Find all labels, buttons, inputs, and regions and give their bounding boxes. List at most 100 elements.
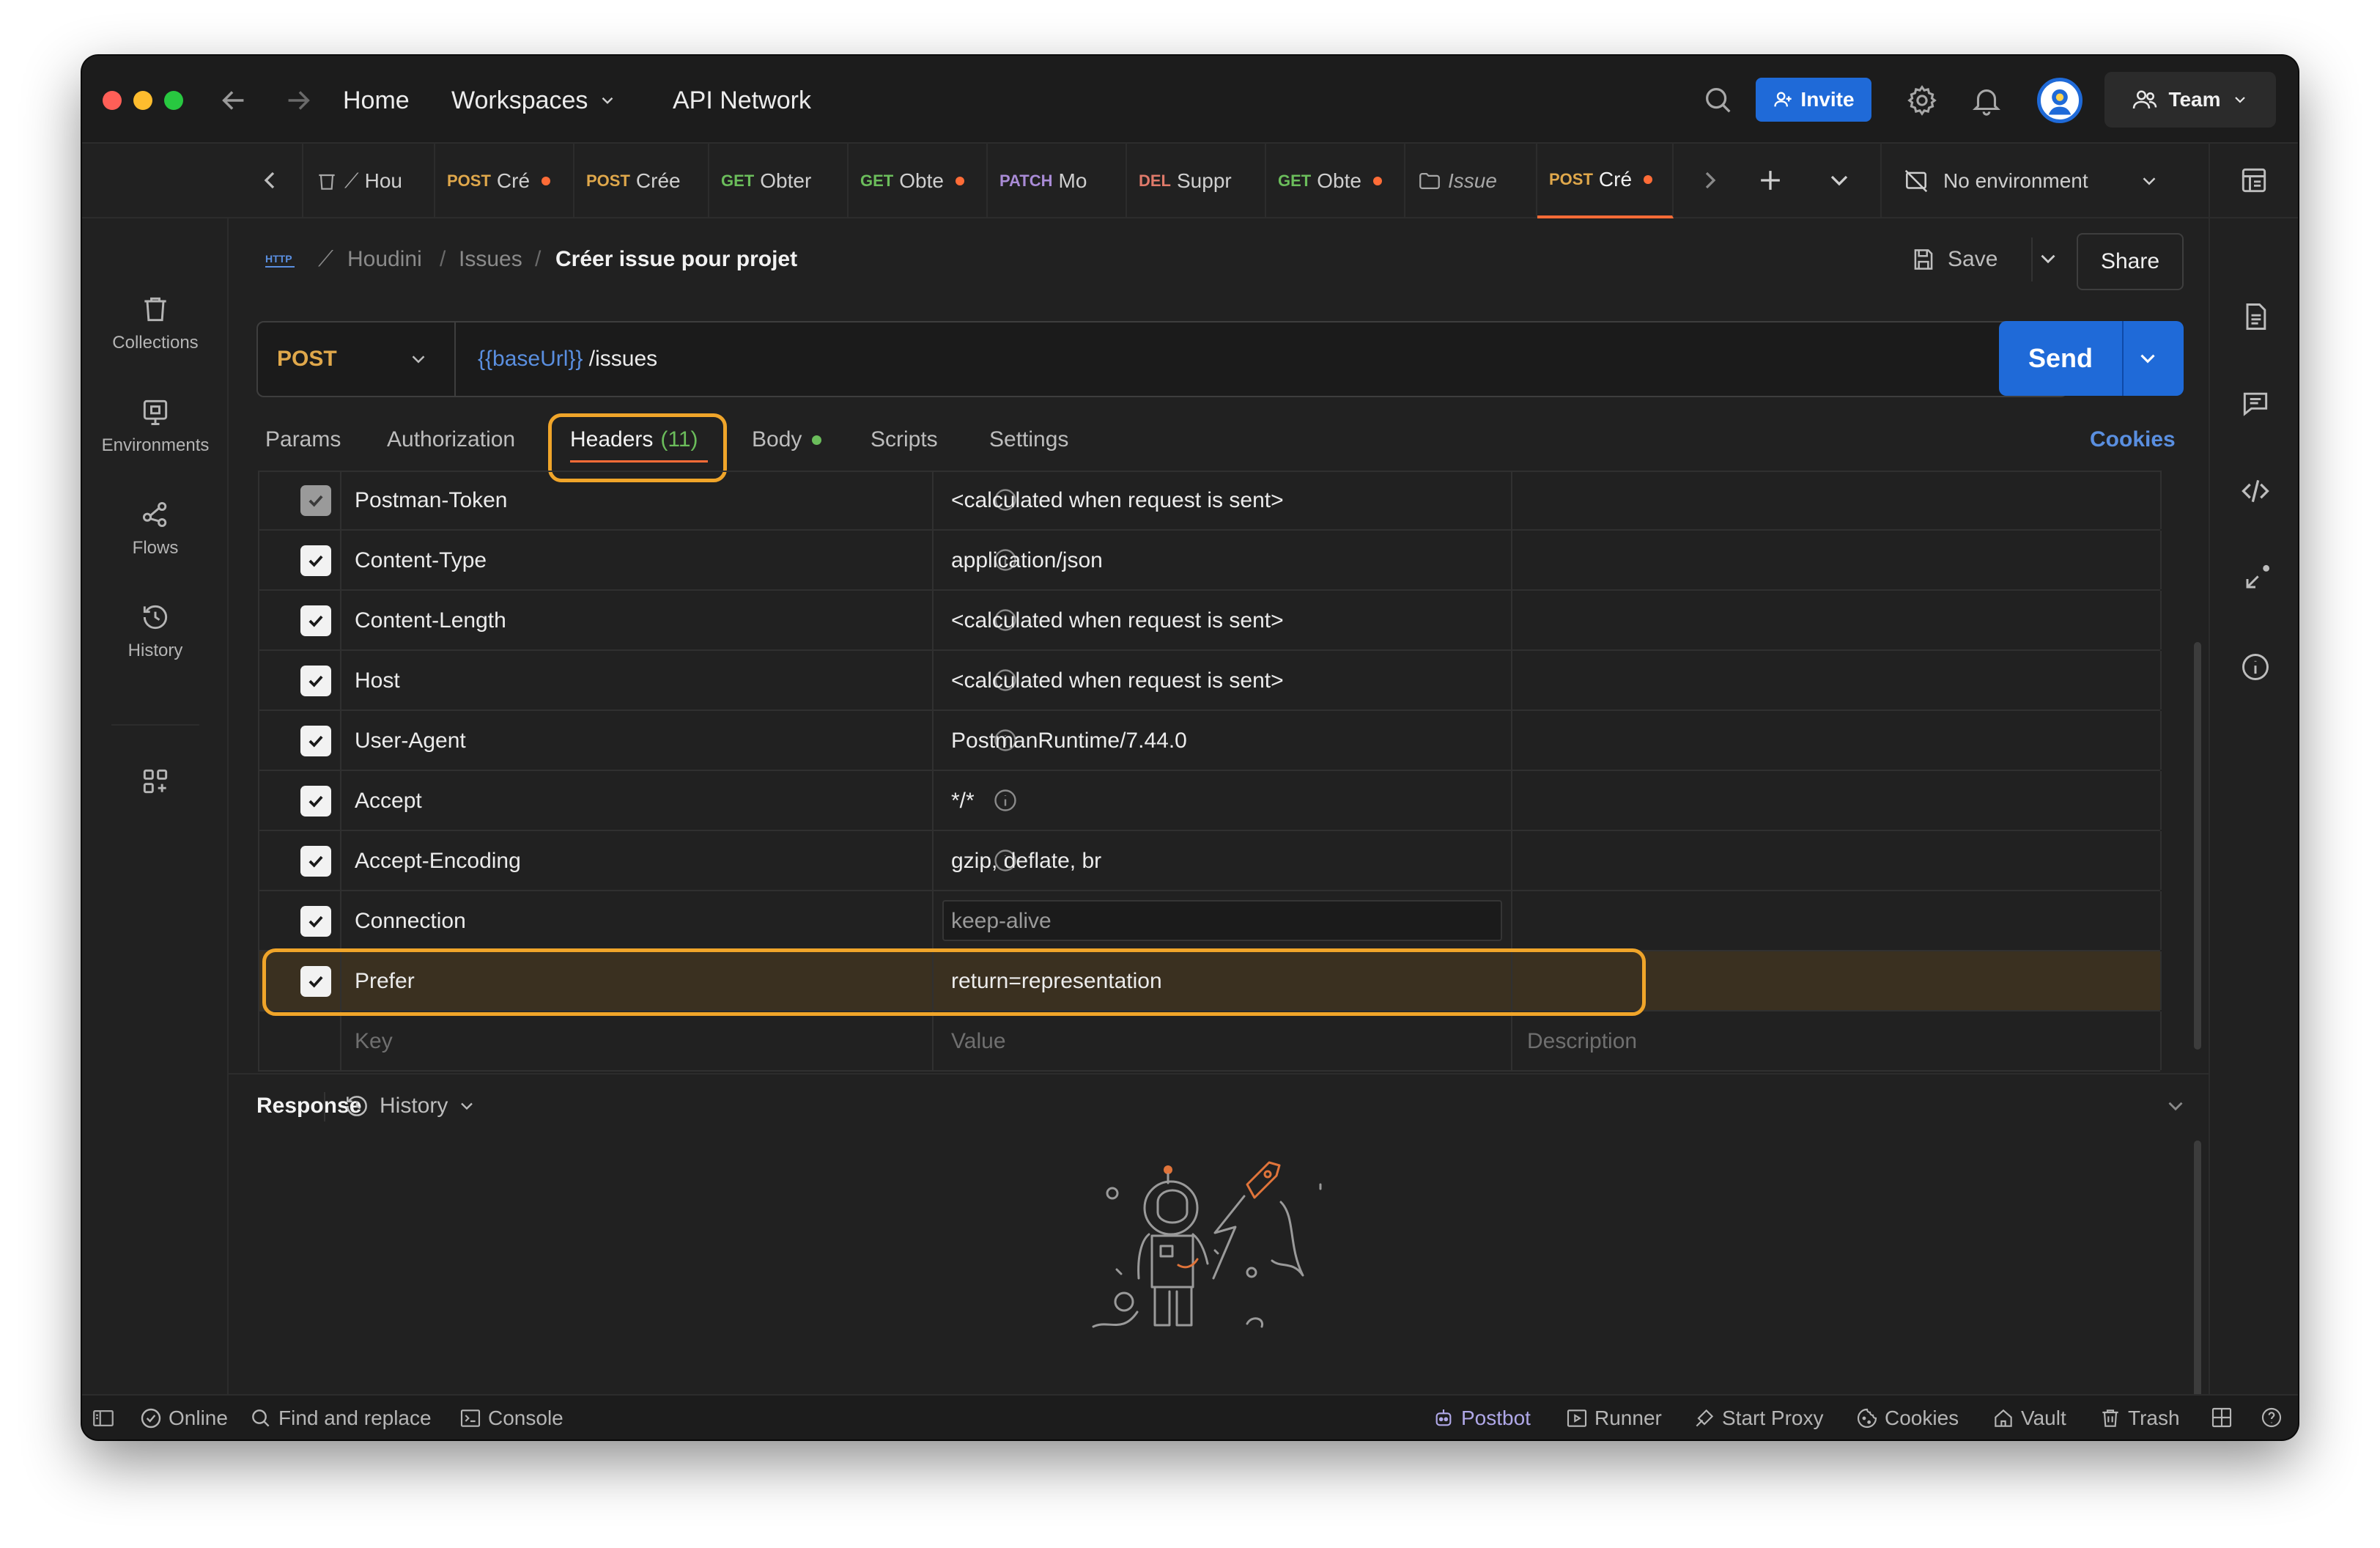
toggle-sidebar-icon[interactable] — [91, 1406, 116, 1431]
nav-home[interactable]: Home — [343, 84, 410, 117]
header-key[interactable]: Accept-Encoding — [355, 846, 521, 877]
tabs-scroll-right-icon[interactable] — [1696, 166, 1725, 195]
new-tab-plus-icon[interactable] — [1754, 164, 1786, 196]
tab-settings[interactable]: Settings — [989, 425, 1068, 454]
header-value[interactable]: <calculated when request is sent> — [951, 485, 1284, 516]
documentation-icon[interactable] — [2239, 301, 2272, 333]
value-placeholder[interactable]: Value — [951, 1026, 1006, 1057]
header-value[interactable]: PostmanRuntime/7.44.0 — [951, 726, 1187, 756]
notification-bell-icon[interactable] — [1970, 84, 2003, 117]
sidebar-item-environments[interactable]: Environments — [82, 396, 229, 456]
header-key[interactable]: Postman-Token — [355, 485, 507, 516]
header-key[interactable]: Content-Type — [355, 545, 487, 576]
layout-toggle-icon[interactable] — [2210, 1406, 2233, 1429]
runner-button[interactable]: Runner — [1565, 1406, 1662, 1431]
row-checkbox[interactable] — [300, 545, 331, 576]
cookies-link[interactable]: Cookies — [2090, 425, 2176, 454]
share-button[interactable]: Share — [2077, 233, 2184, 290]
row-checkbox[interactable] — [300, 485, 331, 516]
breadcrumb-workspace[interactable]: Houdini — [347, 245, 422, 274]
header-key[interactable]: Content-Length — [355, 605, 506, 636]
tabs-menu-chevron-icon[interactable] — [1825, 166, 1854, 195]
breadcrumb-folder[interactable]: Issues — [459, 245, 522, 274]
tab-authorization[interactable]: Authorization — [387, 425, 515, 454]
tabs-scroll-left-icon[interactable] — [255, 166, 284, 195]
request-tab[interactable]: GET Obter — [709, 144, 849, 218]
header-key[interactable]: User-Agent — [355, 726, 466, 756]
info-icon[interactable] — [992, 787, 1019, 814]
tab-scripts[interactable]: Scripts — [871, 425, 938, 454]
send-options-chevron-icon[interactable] — [2135, 346, 2160, 371]
vault-button[interactable]: Vault — [1992, 1406, 2066, 1431]
cookies-button[interactable]: Cookies — [1855, 1406, 1959, 1431]
header-value[interactable]: gzip, deflate, br — [951, 846, 1101, 877]
save-options-chevron-icon[interactable] — [2036, 246, 2061, 271]
request-tab[interactable]: POST Crée — [574, 144, 709, 218]
response-history-dropdown[interactable]: History — [343, 1091, 477, 1121]
key-placeholder[interactable]: Key — [355, 1026, 393, 1057]
sidebar-item-collections[interactable]: Collections — [82, 293, 229, 353]
search-icon[interactable] — [1701, 84, 1735, 117]
request-tab-active[interactable]: POST Cré — [1537, 144, 1674, 218]
sidebar-item-history[interactable]: History — [82, 601, 229, 661]
postbot-button[interactable]: Postbot — [1432, 1406, 1531, 1431]
header-value[interactable]: keep-alive — [951, 906, 1052, 937]
info-icon[interactable] — [2239, 651, 2272, 683]
header-value[interactable]: <calculated when request is sent> — [951, 605, 1284, 636]
settings-gear-icon[interactable] — [1905, 84, 1939, 117]
send-button[interactable]: Send — [1999, 321, 2122, 396]
forward-arrow-icon[interactable] — [281, 84, 315, 117]
code-snippet-icon[interactable] — [2239, 475, 2272, 507]
sidebar-item-flows[interactable]: Flows — [82, 498, 229, 559]
header-value[interactable]: application/json — [951, 545, 1103, 576]
environment-selector[interactable]: No environment — [1891, 144, 2206, 218]
header-value[interactable]: */* — [951, 786, 975, 817]
method-select[interactable]: POST — [258, 322, 456, 396]
start-proxy-button[interactable]: Start Proxy — [1693, 1406, 1823, 1431]
close-window-button[interactable] — [103, 91, 122, 110]
breadcrumb-request-title[interactable]: Créer issue pour projet — [555, 245, 797, 274]
header-value[interactable]: <calculated when request is sent> — [951, 666, 1284, 696]
collapse-response-chevron-icon[interactable] — [2163, 1094, 2188, 1118]
row-checkbox[interactable] — [300, 786, 331, 817]
request-tab[interactable]: POST Cré — [435, 144, 574, 218]
headers-scrollbar[interactable] — [2194, 642, 2201, 1050]
save-button[interactable]: Save — [1910, 242, 1998, 277]
request-tab[interactable]: PATCH Mo — [988, 144, 1127, 218]
description-placeholder[interactable]: Description — [1527, 1026, 1637, 1057]
find-and-replace-button[interactable]: Find and replace — [249, 1406, 432, 1431]
request-tab[interactable]: ⟋ Hou — [303, 144, 435, 218]
request-tab[interactable]: GET Obte — [1266, 144, 1405, 218]
header-key[interactable]: Connection — [355, 906, 466, 937]
row-checkbox[interactable] — [300, 666, 331, 696]
row-checkbox[interactable] — [300, 906, 331, 937]
team-button[interactable]: Team — [2104, 72, 2276, 128]
url-input[interactable]: {{baseUrl}} /issues — [478, 322, 657, 396]
request-tab[interactable]: GET Obte — [849, 144, 988, 218]
comments-icon[interactable] — [2239, 387, 2272, 419]
back-arrow-icon[interactable] — [217, 84, 251, 117]
invite-button[interactable]: Invite — [1756, 78, 1871, 122]
maximize-window-button[interactable] — [164, 91, 183, 110]
header-key[interactable]: Accept — [355, 786, 422, 817]
header-key[interactable]: Host — [355, 666, 400, 696]
request-tab[interactable]: DEL Suppr — [1127, 144, 1266, 218]
online-status[interactable]: Online — [139, 1406, 228, 1431]
request-tab[interactable]: Issue — [1405, 144, 1537, 218]
row-checkbox[interactable] — [300, 605, 331, 636]
tab-params[interactable]: Params — [265, 425, 341, 454]
minimize-window-button[interactable] — [133, 91, 152, 110]
trash-button[interactable]: Trash — [2099, 1406, 2180, 1431]
nav-workspaces[interactable]: Workspaces — [451, 84, 617, 117]
tab-body[interactable]: Body — [752, 425, 822, 454]
response-scrollbar[interactable] — [2194, 1140, 2201, 1400]
row-checkbox[interactable] — [300, 846, 331, 877]
add-apps-icon[interactable] — [139, 765, 171, 797]
console-button[interactable]: Console — [459, 1406, 563, 1431]
related-collections-icon[interactable] — [2239, 563, 2272, 595]
help-icon[interactable] — [2260, 1406, 2283, 1429]
nav-api-network[interactable]: API Network — [673, 84, 811, 117]
row-checkbox[interactable] — [300, 726, 331, 756]
user-avatar[interactable] — [2037, 78, 2082, 123]
environment-quick-look-icon[interactable] — [2238, 164, 2270, 196]
